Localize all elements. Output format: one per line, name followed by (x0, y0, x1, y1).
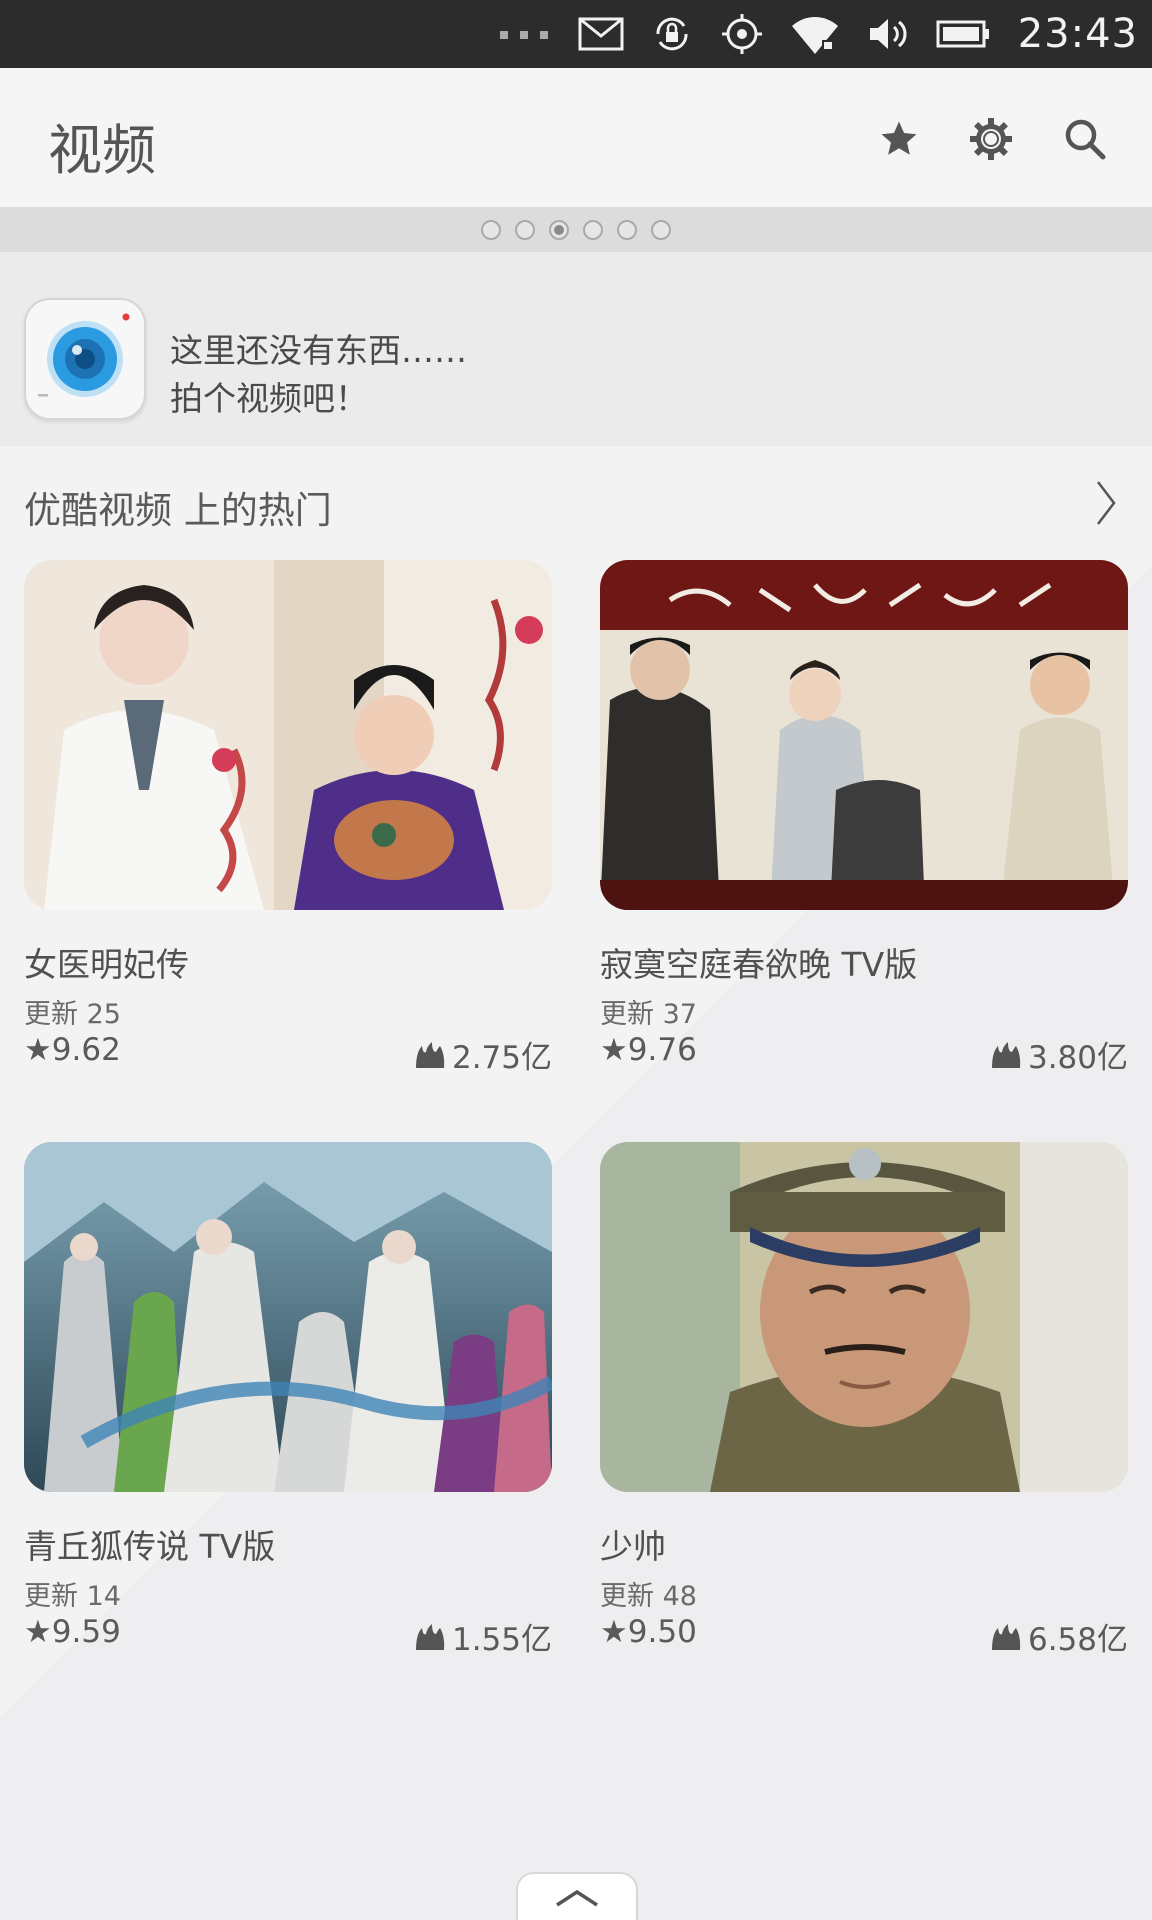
flame-icon (991, 1623, 1021, 1650)
page-indicator (0, 208, 1152, 252)
star-icon (881, 121, 917, 155)
view-count: 2.75亿 (414, 1032, 552, 1077)
video-thumbnail[interactable] (600, 1142, 1128, 1492)
settings-button[interactable] (964, 112, 1018, 166)
video-rating: ★9.62 (24, 1032, 121, 1068)
video-card[interactable]: 寂寞空庭春欲晚 TV版 更新 37 ★9.76 3.80亿 (600, 560, 1128, 1076)
page-dot[interactable] (651, 220, 671, 240)
episode-update: 更新 14 (24, 1581, 121, 1612)
battery-icon (936, 0, 992, 68)
page-dot[interactable] (515, 220, 535, 240)
section-more-button[interactable] (1094, 478, 1118, 528)
view-count-value: 2.75亿 (451, 1040, 552, 1076)
flame-icon (991, 1041, 1021, 1068)
gear-icon (970, 118, 1012, 160)
flame-icon (415, 1041, 445, 1068)
camera-lens-icon (38, 313, 130, 397)
video-title: 女医明妃传 (24, 945, 189, 984)
video-rating: ★9.50 (600, 1614, 697, 1650)
page-dot[interactable] (481, 220, 501, 240)
episode-update: 更新 37 (600, 999, 697, 1030)
more-dots-icon (499, 0, 552, 68)
page-dot-active[interactable] (549, 220, 569, 240)
search-button[interactable] (1058, 112, 1112, 166)
video-title: 少帅 (600, 1527, 666, 1566)
video-thumbnail[interactable] (600, 560, 1128, 910)
section-title: 优酷视频 上的热门 (24, 489, 332, 532)
view-count: 3.80亿 (990, 1032, 1128, 1077)
video-rating: ★9.59 (24, 1614, 121, 1650)
video-card[interactable]: 少帅 更新 48 ★9.50 6.58亿 (600, 1142, 1128, 1658)
video-rating: ★9.76 (600, 1032, 697, 1068)
volume-icon (866, 0, 910, 68)
rotation-lock-icon (650, 0, 694, 68)
episode-update: 更新 25 (24, 999, 121, 1030)
camera-app-icon[interactable] (24, 298, 146, 420)
clock: 23:43 (1017, 11, 1138, 57)
wifi-icon (790, 0, 840, 68)
chevron-up-icon (556, 1889, 598, 1907)
search-icon (1065, 119, 1106, 160)
chevron-right-icon (1097, 481, 1116, 525)
video-thumbnail[interactable] (24, 560, 552, 910)
video-title: 寂寞空庭春欲晚 TV版 (600, 945, 918, 984)
view-count: 6.58亿 (990, 1614, 1128, 1659)
page-title: 视频 (48, 119, 156, 182)
page-dot[interactable] (617, 220, 637, 240)
mail-icon (578, 0, 624, 68)
page-dot[interactable] (583, 220, 603, 240)
empty-message: 这里还没有东西…… (170, 331, 467, 370)
local-videos-empty-state: 这里还没有东西…… 拍个视频吧！ (0, 252, 1152, 446)
favorites-button[interactable] (872, 112, 926, 166)
video-card[interactable]: 女医明妃传 更新 25 ★9.62 2.75亿 (24, 560, 552, 1076)
view-count-value: 3.80亿 (1027, 1040, 1128, 1076)
flame-icon (415, 1623, 445, 1650)
view-count-value: 1.55亿 (451, 1622, 552, 1658)
view-count: 1.55亿 (414, 1614, 552, 1659)
app-header: 视频 (0, 68, 1152, 208)
video-thumbnail[interactable] (24, 1142, 552, 1492)
view-count-value: 6.58亿 (1027, 1622, 1128, 1658)
status-bar: 23:43 (0, 0, 1152, 68)
empty-hint: 拍个视频吧！ (170, 379, 368, 418)
video-card[interactable]: 青丘狐传说 TV版 更新 14 ★9.59 1.55亿 (24, 1142, 552, 1658)
location-icon (720, 0, 764, 68)
video-title: 青丘狐传说 TV版 (24, 1527, 276, 1566)
episode-update: 更新 48 (600, 1581, 697, 1612)
bottom-edge-handle[interactable] (516, 1872, 638, 1920)
